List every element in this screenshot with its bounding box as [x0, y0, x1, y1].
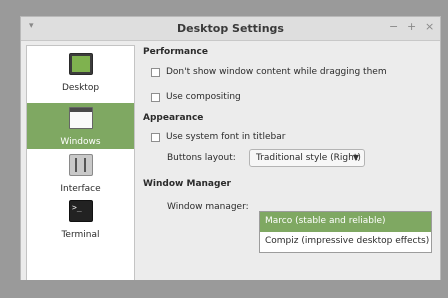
- windows-icon: [69, 107, 93, 129]
- window-manager-label: Window manager:: [167, 202, 249, 212]
- wm-option-marco[interactable]: Marco (stable and reliable): [260, 212, 431, 232]
- buttons-layout-label: Buttons layout:: [167, 153, 236, 163]
- sidebar-item-interface[interactable]: Interface: [27, 150, 134, 196]
- section-title-appearance: Appearance: [143, 113, 204, 123]
- window-title: Desktop Settings: [177, 22, 284, 35]
- checkbox[interactable]: [151, 133, 160, 142]
- sidebar-item-windows[interactable]: Windows: [27, 103, 134, 149]
- desktop-icon: [69, 53, 93, 75]
- section-title-window-manager: Window Manager: [143, 179, 231, 189]
- terminal-icon: >_: [69, 200, 93, 222]
- settings-content: Performance Don't show window content wh…: [141, 45, 437, 295]
- desktop-background: [0, 280, 448, 298]
- category-sidebar: Desktop Windows Interface >_ Terminal: [26, 45, 135, 286]
- sidebar-item-label: Windows: [60, 137, 101, 147]
- checkbox[interactable]: [151, 93, 160, 102]
- section-title-performance: Performance: [143, 47, 208, 57]
- close-icon[interactable]: ×: [425, 20, 434, 33]
- interface-icon: [69, 154, 93, 176]
- chevron-down-icon: ▼: [352, 153, 359, 162]
- sidebar-item-label: Terminal: [61, 230, 100, 240]
- title-bar[interactable]: ▾ Desktop Settings − + ×: [21, 17, 440, 41]
- option-label[interactable]: Don't show window content while dragging…: [166, 67, 387, 77]
- sidebar-item-label: Desktop: [61, 83, 100, 93]
- option-label[interactable]: Use compositing: [166, 92, 241, 102]
- sidebar-item-label: Interface: [60, 184, 101, 194]
- sidebar-item-terminal[interactable]: >_ Terminal: [27, 196, 134, 242]
- wm-option-compiz[interactable]: Compiz (impressive desktop effects): [260, 232, 431, 252]
- buttons-layout-dropdown[interactable]: Traditional style (Right) ▼: [249, 149, 365, 167]
- minimize-icon[interactable]: −: [389, 20, 398, 33]
- dropdown-value: Traditional style (Right): [256, 153, 361, 163]
- option-label[interactable]: Use system font in titlebar: [166, 132, 285, 142]
- maximize-icon[interactable]: +: [407, 20, 416, 33]
- desktop-settings-window: ▾ Desktop Settings − + × Desktop Windows…: [20, 16, 441, 298]
- window-manager-list: Marco (stable and reliable) Compiz (impr…: [259, 211, 432, 253]
- checkbox[interactable]: [151, 68, 160, 77]
- sidebar-item-desktop[interactable]: Desktop: [27, 49, 134, 95]
